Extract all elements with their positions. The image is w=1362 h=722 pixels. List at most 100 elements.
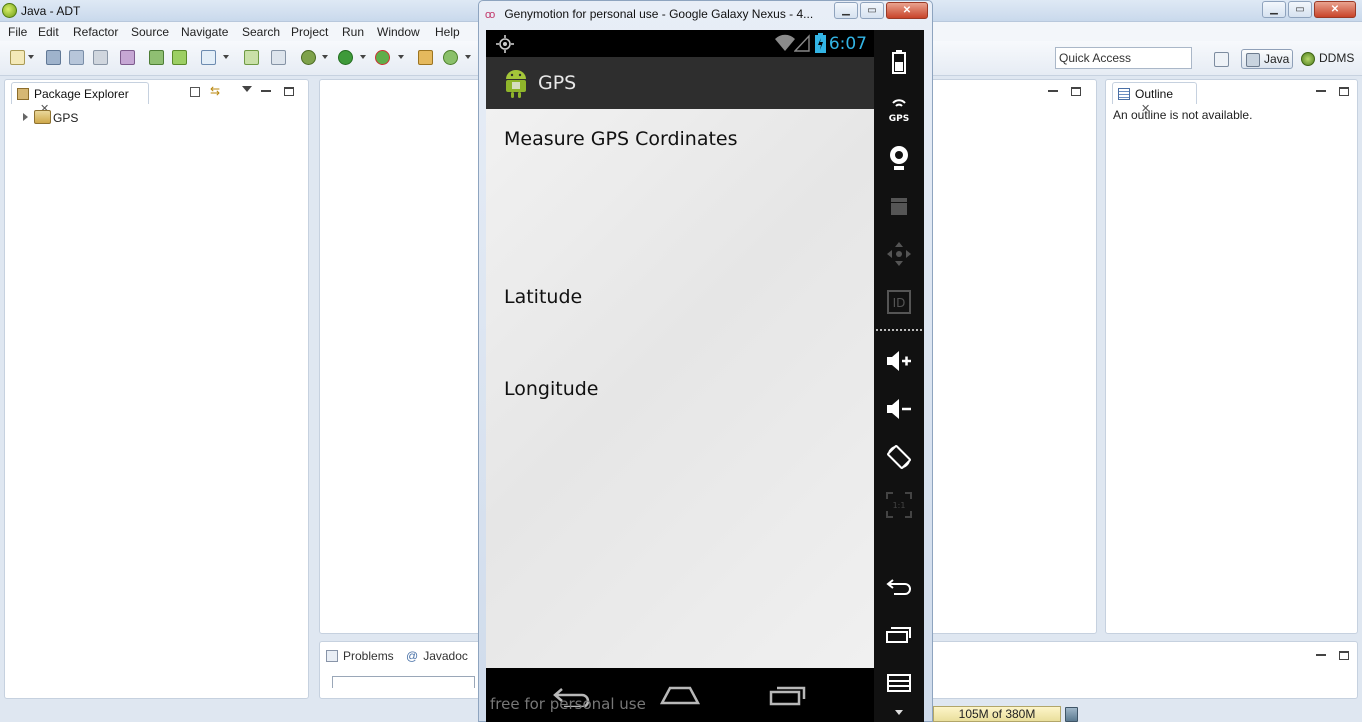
- status-clock: 6:07: [828, 34, 867, 54]
- eclipse-minimize-button[interactable]: ▁: [1262, 1, 1286, 18]
- menu-help[interactable]: Help: [435, 25, 460, 39]
- personal-use-watermark: free for personal use: [490, 695, 646, 713]
- menu-file[interactable]: File: [8, 25, 27, 39]
- menu-search[interactable]: Search: [242, 25, 280, 39]
- outline-panel: Outline ✕ An outline is not available.: [1105, 79, 1358, 634]
- volume-up-icon[interactable]: [874, 346, 924, 376]
- tab-outline[interactable]: Outline ✕: [1112, 82, 1197, 115]
- quick-access-input[interactable]: Quick Access: [1055, 47, 1192, 69]
- tab-javadoc[interactable]: @ Javadoc: [406, 649, 468, 663]
- ddms-perspective-icon: [1301, 52, 1315, 66]
- package-explorer-panel: Package Explorer ✕ ⇆ GPS: [4, 79, 309, 699]
- svg-text:1:1: 1:1: [893, 501, 906, 510]
- package-explorer-tab-label: Package Explorer: [34, 87, 129, 101]
- tab-package-explorer[interactable]: Package Explorer ✕: [11, 82, 149, 115]
- external-tools-dropdown-icon[interactable]: [398, 55, 404, 59]
- menu-source[interactable]: Source: [131, 25, 169, 39]
- menu-navigate[interactable]: Navigate: [181, 25, 228, 39]
- battery-charging-icon: [815, 33, 826, 53]
- nav-recent-apps-icon[interactable]: [769, 684, 807, 706]
- outline-minimize-button[interactable]: [1316, 87, 1326, 96]
- ddms-perspective-label: DDMS: [1319, 51, 1355, 65]
- new-class-dropdown-icon[interactable]: [465, 55, 471, 59]
- package-explorer-minimize-button[interactable]: [261, 87, 271, 96]
- app-content: Measure GPS Cordinates Latitude Longitud…: [486, 109, 874, 668]
- check-icon[interactable]: [201, 50, 216, 65]
- latitude-label: Latitude: [504, 286, 583, 308]
- genymotion-logo-icon: oo: [485, 9, 495, 21]
- app-action-bar: GPS: [486, 57, 874, 109]
- gps-icon[interactable]: GPS: [874, 95, 924, 125]
- debug-dropdown-icon[interactable]: [322, 55, 328, 59]
- bottom-minimize-button[interactable]: [1316, 651, 1326, 660]
- recent-apps-icon[interactable]: [874, 620, 924, 650]
- new-class-icon[interactable]: [443, 50, 458, 65]
- eclipse-window-title: Java - ADT: [21, 4, 81, 18]
- ddms-perspective-button[interactable]: DDMS: [1297, 49, 1359, 69]
- bottom-maximize-button[interactable]: [1339, 651, 1349, 660]
- battery-icon[interactable]: [874, 47, 924, 77]
- editor-maximize-button[interactable]: [1071, 87, 1081, 96]
- new-dropdown-icon[interactable]: [28, 55, 34, 59]
- expand-icon[interactable]: [23, 113, 28, 121]
- link-with-editor-icon[interactable]: ⇆: [210, 85, 224, 99]
- eclipse-maximize-button[interactable]: ▭: [1288, 1, 1312, 18]
- tab-problems[interactable]: Problems: [326, 649, 394, 663]
- sdk-manager-icon[interactable]: [120, 50, 135, 65]
- genymotion-window-title: Genymotion for personal use - Google Gal…: [504, 7, 814, 21]
- save-icon[interactable]: [46, 50, 61, 65]
- outline-maximize-button[interactable]: [1339, 87, 1349, 96]
- dpad-icon[interactable]: [874, 239, 924, 269]
- sidebar-scroll-down-icon[interactable]: [895, 710, 903, 715]
- check-dropdown-icon[interactable]: [223, 55, 229, 59]
- volume-down-icon[interactable]: [874, 394, 924, 424]
- avd-manager-icon[interactable]: [149, 50, 164, 65]
- menu-icon[interactable]: [874, 668, 924, 698]
- genymotion-minimize-button[interactable]: ▁: [834, 2, 858, 19]
- menu-refactor[interactable]: Refactor: [73, 25, 118, 39]
- menu-run[interactable]: Run: [342, 25, 364, 39]
- problems-table-header: [332, 676, 475, 688]
- longitude-label: Longitude: [504, 378, 599, 400]
- package-explorer-maximize-button[interactable]: [284, 87, 294, 96]
- menu-edit[interactable]: Edit: [38, 25, 59, 39]
- garbage-collect-icon[interactable]: [1065, 707, 1078, 722]
- external-tools-icon[interactable]: [375, 50, 390, 65]
- java-perspective-icon: [1246, 53, 1260, 67]
- debug-icon[interactable]: [301, 50, 316, 65]
- android-lint-icon[interactable]: [172, 50, 187, 65]
- project-folder-icon: [34, 110, 51, 124]
- save-all-icon[interactable]: [69, 50, 84, 65]
- menu-project[interactable]: Project: [291, 25, 328, 39]
- android-app-icon: [506, 70, 526, 98]
- camera-icon[interactable]: [874, 143, 924, 173]
- print-icon[interactable]: [93, 50, 108, 65]
- eclipse-adt-icon: [2, 3, 17, 18]
- location-icon: [496, 35, 514, 53]
- device-id-icon[interactable]: ID: [874, 287, 924, 317]
- app-title: GPS: [538, 72, 577, 94]
- tree-item-label: GPS: [53, 111, 79, 125]
- run-icon[interactable]: [338, 50, 353, 65]
- scale-icon[interactable]: 1:1: [874, 490, 924, 520]
- outline-icon: [1118, 88, 1130, 100]
- menu-window[interactable]: Window: [377, 25, 420, 39]
- new-android-project-icon[interactable]: [244, 50, 259, 65]
- open-perspective-icon[interactable]: [1214, 52, 1229, 67]
- back-icon[interactable]: [874, 572, 924, 602]
- genymotion-close-button[interactable]: ✕: [886, 2, 928, 19]
- genymotion-maximize-button[interactable]: ▭: [860, 2, 884, 19]
- run-dropdown-icon[interactable]: [360, 55, 366, 59]
- collapse-all-icon[interactable]: [190, 87, 200, 97]
- nav-home-icon[interactable]: [660, 685, 700, 705]
- rotate-icon[interactable]: [874, 442, 924, 472]
- video-capture-icon[interactable]: [874, 191, 924, 221]
- java-perspective-button[interactable]: Java: [1241, 49, 1293, 69]
- skip-breakpoints-icon[interactable]: [271, 50, 286, 65]
- eclipse-close-button[interactable]: ✕: [1314, 1, 1356, 18]
- view-menu-icon[interactable]: [242, 86, 252, 92]
- javadoc-icon: @: [406, 649, 419, 663]
- new-java-package-icon[interactable]: [418, 50, 433, 65]
- editor-minimize-button[interactable]: [1048, 87, 1058, 96]
- new-icon[interactable]: [10, 50, 25, 65]
